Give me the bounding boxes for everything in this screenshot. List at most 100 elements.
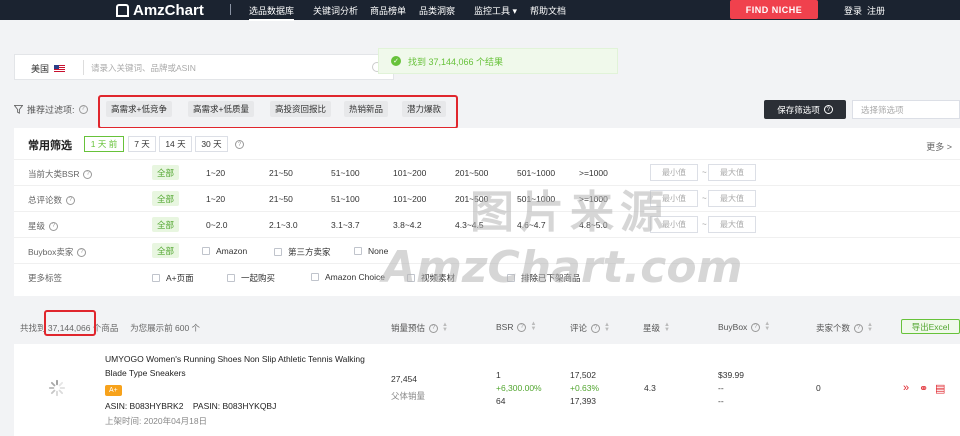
find-niche-button[interactable]: FIND NICHE [730,0,818,19]
rec-tag-high-demand-low-competition[interactable]: 高需求+低竞争 [106,101,172,117]
filter-option-all[interactable]: 全部 [152,165,180,180]
buybox-cell: $39.99 -- -- [718,370,744,406]
search-divider [83,60,84,75]
filter-option[interactable]: 1~20 [206,194,225,204]
filter-option[interactable]: 1~20 [206,168,225,178]
max-value-input[interactable]: 最大值 [708,190,756,207]
filter-option[interactable]: 101~200 [393,168,426,178]
column-sellers[interactable]: 卖家个数? ▲ ▼ [816,322,873,334]
checkbox-icon [202,247,210,255]
filter-option[interactable]: 51~100 [331,194,360,204]
checkbox-icon [152,274,160,282]
bsr-cell: 1 +6,300.00% 64 [496,370,542,406]
checkbox-amazon[interactable]: Amazon [202,246,247,256]
checkbox-amazon-choice[interactable]: Amazon Choice [311,272,385,282]
product-title[interactable]: UMYOGO Women's Running Shoes Non Slip At… [105,352,365,380]
filter-option[interactable]: 51~100 [331,168,360,178]
checkbox-icon [311,273,319,281]
recommended-filters-label: 推荐过滤项: ? [14,100,88,118]
column-buybox[interactable]: BuyBox? ▲ ▼ [718,321,771,332]
sort-icon: ▲ ▼ [664,322,670,333]
day-button-30[interactable]: 30 天 [195,136,228,152]
checkbox-icon [354,247,362,255]
reviews-cell: 17,502 +0.63% 17,393 [570,370,600,406]
checkbox-icon [274,248,282,256]
column-reviews[interactable]: 评论? ▲ ▼ [570,322,610,334]
column-sales[interactable]: 销量预估? ▲ ▼ [391,322,448,334]
loading-spinner-icon [48,379,66,397]
sellers-cell: 0 [816,383,821,393]
filter-option[interactable]: 21~50 [269,168,293,178]
watermark-text: 图片来源 [470,187,670,238]
nav-item-help[interactable]: 帮助文档 [530,4,566,17]
us-flag-icon [54,65,66,72]
nav-item-rankings[interactable]: 商品榜单 [370,4,406,17]
search-input[interactable] [91,59,381,76]
export-excel-button[interactable]: 导出Excel [901,319,960,334]
report-icon[interactable]: ▤ [935,382,945,395]
filter-select[interactable]: 选择筛选项 [852,100,960,119]
help-icon[interactable]: ? [83,169,93,179]
filter-option[interactable]: 0~2.0 [206,220,228,230]
logo[interactable]: AmzChart [116,1,204,19]
filter-option[interactable]: 101~200 [393,194,426,204]
max-value-input[interactable]: 最大值 [708,164,756,181]
a-plus-badge: A+ [105,385,122,396]
help-icon[interactable]: ? [66,195,76,205]
register-link[interactable]: 注册 [867,4,885,17]
nav-item-monitor[interactable]: 监控工具 ▾ [474,4,517,17]
help-icon: ? [823,105,833,114]
help-icon[interactable]: ? [77,247,87,257]
rec-tag-potential-hit[interactable]: 潜力爆款 [402,101,447,117]
filter-option[interactable]: 2.1~3.0 [269,220,298,230]
logo-icon [116,3,129,17]
save-filter-button[interactable]: 保存筛选项 ? [764,100,846,119]
help-icon: ? [517,322,527,332]
country-select[interactable]: 美国 [31,62,66,75]
filter-option-all[interactable]: 全部 [152,243,180,258]
column-bsr[interactable]: BSR? ▲ ▼ [496,321,537,332]
results-toast: ✓ 找到 37,144,066 个结果 [378,48,618,74]
table-row[interactable]: UMYOGO Women's Running Shoes Non Slip At… [14,344,960,436]
help-icon[interactable]: ? [49,221,59,231]
sort-icon: ▲ ▼ [604,322,610,333]
filter-option[interactable]: 21~50 [269,194,293,204]
filter-option[interactable]: 3.8~4.2 [393,220,422,230]
rec-tag-hot-new[interactable]: 热销新品 [344,101,389,117]
day-button-14[interactable]: 14 天 [159,136,192,152]
day-button-7[interactable]: 7 天 [128,136,156,152]
product-listed-date: 上架时间: 2020年04月18日 [105,416,208,426]
check-circle-icon: ✓ [391,56,401,66]
help-icon: ? [854,323,864,333]
nav-divider [230,4,231,15]
checkbox-third-party[interactable]: 第三方卖家 [274,246,331,258]
help-icon[interactable]: ? [78,104,88,114]
checkbox-a-plus[interactable]: A+页面 [152,272,194,284]
results-header: 共找到 37,144,066 个商品 为您展示前 600 个 销量预估? ▲ ▼ B… [0,310,960,342]
login-link[interactable]: 登录 [844,4,862,17]
expand-icon[interactable]: » [903,382,909,394]
checkbox-icon [227,274,235,282]
rec-tag-high-roi[interactable]: 高投资回报比 [270,101,332,117]
filter-option[interactable]: 3.1~3.7 [331,220,360,230]
nav-item-category[interactable]: 品类洞察 [419,4,455,17]
column-rating[interactable]: 星级 ▲ ▼ [643,322,670,334]
search-box: 美国 [14,54,394,80]
sort-icon: ▲ ▼ [442,322,448,333]
sort-icon: ▲ ▼ [530,321,537,332]
day-button-1[interactable]: 1 天 前 [84,136,124,152]
filter-option-all[interactable]: 全部 [152,191,180,206]
nav-item-product-db[interactable]: 选品数据库 [249,4,295,21]
more-filters-link[interactable]: 更多 > [926,140,952,153]
nav-item-keyword[interactable]: 关键词分析 [313,4,358,17]
filter-option-all[interactable]: 全部 [152,217,180,232]
checkbox-bought-together[interactable]: 一起购买 [227,272,275,284]
sort-icon: ▲ ▼ [764,321,771,332]
rec-tag-high-demand-low-quality[interactable]: 高需求+低质量 [188,101,254,117]
max-value-input[interactable]: 最大值 [708,216,756,233]
watermark-url: AmzChart.com [382,242,743,293]
rating-cell: 4.3 [644,383,656,393]
top-nav: AmzChart 选品数据库 关键词分析 商品榜单 品类洞察 监控工具 ▾ 帮助… [0,0,960,21]
help-icon[interactable]: ? [235,140,244,149]
link-icon[interactable]: ⚭ [919,382,928,395]
